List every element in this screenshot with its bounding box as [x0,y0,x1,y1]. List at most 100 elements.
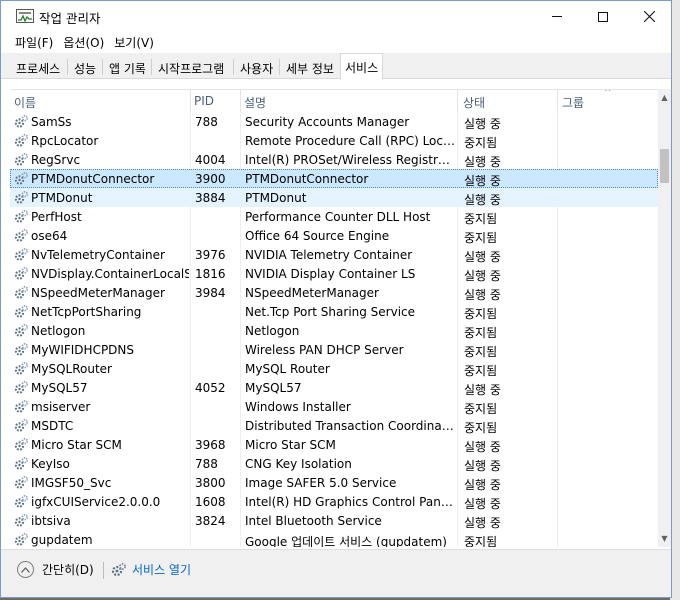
gear-icon [14,304,29,322]
task-manager-icon [16,9,34,23]
table-row[interactable]: PerfHost Performance Counter DLL Host 중지됨 [10,207,658,226]
table-row[interactable]: NvTelemetryContainer 3976 NVIDIA Telemetry… [10,245,658,264]
table-row[interactable]: Netlogon Netlogon 중지됨 [10,321,658,340]
service-description: Micro Star SCM [245,438,336,452]
table-row[interactable]: Micro Star SCM 3968 Micro Star SCM 실행 중 [10,435,658,454]
fewer-details-button[interactable]: 간단히(D) [17,561,94,578]
table-row[interactable]: IMGSF50_Svc 3800 Image SAFER 5.0 Service 실행… [10,473,658,492]
service-status: 실행 중 [464,250,501,264]
gear-icon [14,399,29,417]
service-name: igfxCUIService2.0.0.0 [31,495,161,509]
sort-caret-icon: ^ [604,89,612,98]
service-pid: 1608 [195,495,226,509]
table-row[interactable]: gupdatem Google 업데이트 서비스 (gupdatem) 중지됨 [10,530,658,547]
table-row[interactable]: ose64 Office 64 Source Engine 중지됨 [10,226,658,245]
service-description: Distributed Transaction Coordinator [245,419,455,433]
service-description: MySQL57 [245,381,302,395]
service-description: Image SAFER 5.0 Service [245,476,397,490]
table-row[interactable]: NetTcpPortSharing Net.Tcp Port Sharing Se… [10,302,658,321]
table-row[interactable]: PTMDonut 3884 PTMDonut 실행 중 [10,188,658,207]
menu-view[interactable]: 보기(V) [109,32,159,52]
service-name: MySQL57 [31,381,88,395]
service-status: 실행 중 [464,117,501,131]
tab-divider [102,59,103,75]
vertical-scrollbar[interactable]: ▲ ▼ [658,89,671,547]
gear-icon [14,190,29,208]
service-name: MySQLRouter [31,362,112,376]
column-divider[interactable] [457,90,458,112]
services-table: 이름 PID 설명 상태 그룹 ^ SamSs 788 Security Accou… [10,89,671,547]
tab-processes[interactable]: 프로세스 [11,56,65,78]
table-row[interactable]: MySQL57 4052 MySQL57 실행 중 [10,378,658,397]
service-description: Netlogon [245,324,300,338]
tab-details[interactable]: 세부 정보 [281,56,339,78]
tab-services[interactable]: 서비스 [340,53,384,80]
table-row[interactable]: igfxCUIService2.0.0.0 1608 Intel(R) HD Gra… [10,492,658,511]
service-description: Windows Installer [245,400,351,414]
gear-icon [14,228,29,246]
column-divider[interactable] [240,90,241,112]
menu-options[interactable]: 옵션(O) [58,32,109,52]
service-description: PTMDonutConnector [245,172,369,186]
table-row[interactable]: MSDTC Distributed Transaction Coordinator… [10,416,658,435]
table-row[interactable]: SamSs 788 Security Accounts Manager 실행 중 [10,112,658,131]
tab-startup[interactable]: 시작프로그램 [153,56,229,78]
table-row[interactable]: KeyIso 788 CNG Key Isolation 실행 중 [10,454,658,473]
service-name: MyWIFIDHCPDNS [31,343,135,357]
column-divider[interactable] [190,90,191,112]
service-pid: 3976 [195,248,226,262]
table-row[interactable]: msiserver Windows Installer 중지됨 [10,397,658,416]
service-status: 실행 중 [464,383,501,397]
table-row[interactable]: PTMDonutConnector 3900 PTMDonutConnector 실행… [10,169,658,188]
tab-divider [151,59,152,75]
menu-file[interactable]: 파일(F) [10,32,58,52]
scroll-up-icon[interactable]: ▲ [658,89,671,106]
service-name: RpcLocator [31,134,99,148]
open-services-label: 서비스 열기 [132,563,192,577]
table-row[interactable]: MySQLRouter MySQL Router 중지됨 [10,359,658,378]
service-description: Office 64 Source Engine [245,229,390,243]
service-status: 중지됨 [464,345,498,359]
column-header-description[interactable]: 설명 [244,94,266,111]
footer-bar: 간단히(D) 서비스 열기 [1,549,671,597]
service-name: KeyIso [31,457,70,471]
service-pid: 788 [195,115,218,129]
service-description: PTMDonut [245,191,307,205]
close-button[interactable] [626,1,672,32]
title-bar[interactable]: 작업 관리자 [1,1,671,32]
service-status: 실행 중 [464,478,501,492]
table-row[interactable]: NSpeedMeterManager 3984 NSpeedMeterManager… [10,283,658,302]
service-status: 실행 중 [464,459,501,473]
gear-icon [14,323,29,341]
table-header: 이름 PID 설명 상태 그룹 ^ [10,90,658,112]
open-services-link[interactable]: 서비스 열기 [111,561,191,578]
tab-divider [67,59,68,75]
gear-icon [14,285,29,303]
service-pid: 3884 [195,191,226,205]
chevron-up-circle-icon [17,561,34,578]
service-status: 중지됨 [464,231,498,245]
table-row[interactable]: RpcLocator Remote Procedure Call (RPC) Lo… [10,131,658,150]
service-pid: 3800 [195,476,226,490]
tab-users[interactable]: 사용자 [235,56,278,78]
service-status: 중지됨 [464,326,498,340]
service-name: NVDisplay.ContainerLocalS... [31,267,189,281]
column-header-pid[interactable]: PID [194,94,214,108]
column-header-status[interactable]: 상태 [463,94,485,111]
column-header-name[interactable]: 이름 [14,94,36,111]
service-name: MSDTC [31,419,74,433]
tab-app-history[interactable]: 앱 기록 [104,56,151,78]
tab-performance[interactable]: 성능 [69,56,101,78]
table-row[interactable]: MyWIFIDHCPDNS Wireless PAN DHCP Server 중지됨 [10,340,658,359]
table-row[interactable]: ibtsiva 3824 Intel Bluetooth Service 실행 중 [10,511,658,530]
column-divider[interactable] [557,90,558,112]
service-status: 실행 중 [464,269,501,283]
scrollbar-thumb[interactable] [660,149,669,183]
service-name: Micro Star SCM [31,438,122,452]
table-row[interactable]: RegSrvc 4004 Intel(R) PROSet/Wireless Regi… [10,150,658,169]
scroll-down-icon[interactable]: ▼ [658,530,671,547]
maximize-button[interactable] [580,1,626,32]
column-header-group[interactable]: 그룹 [562,94,584,111]
minimize-button[interactable] [534,1,580,32]
table-row[interactable]: NVDisplay.ContainerLocalS... 1816 NVIDIA D… [10,264,658,283]
